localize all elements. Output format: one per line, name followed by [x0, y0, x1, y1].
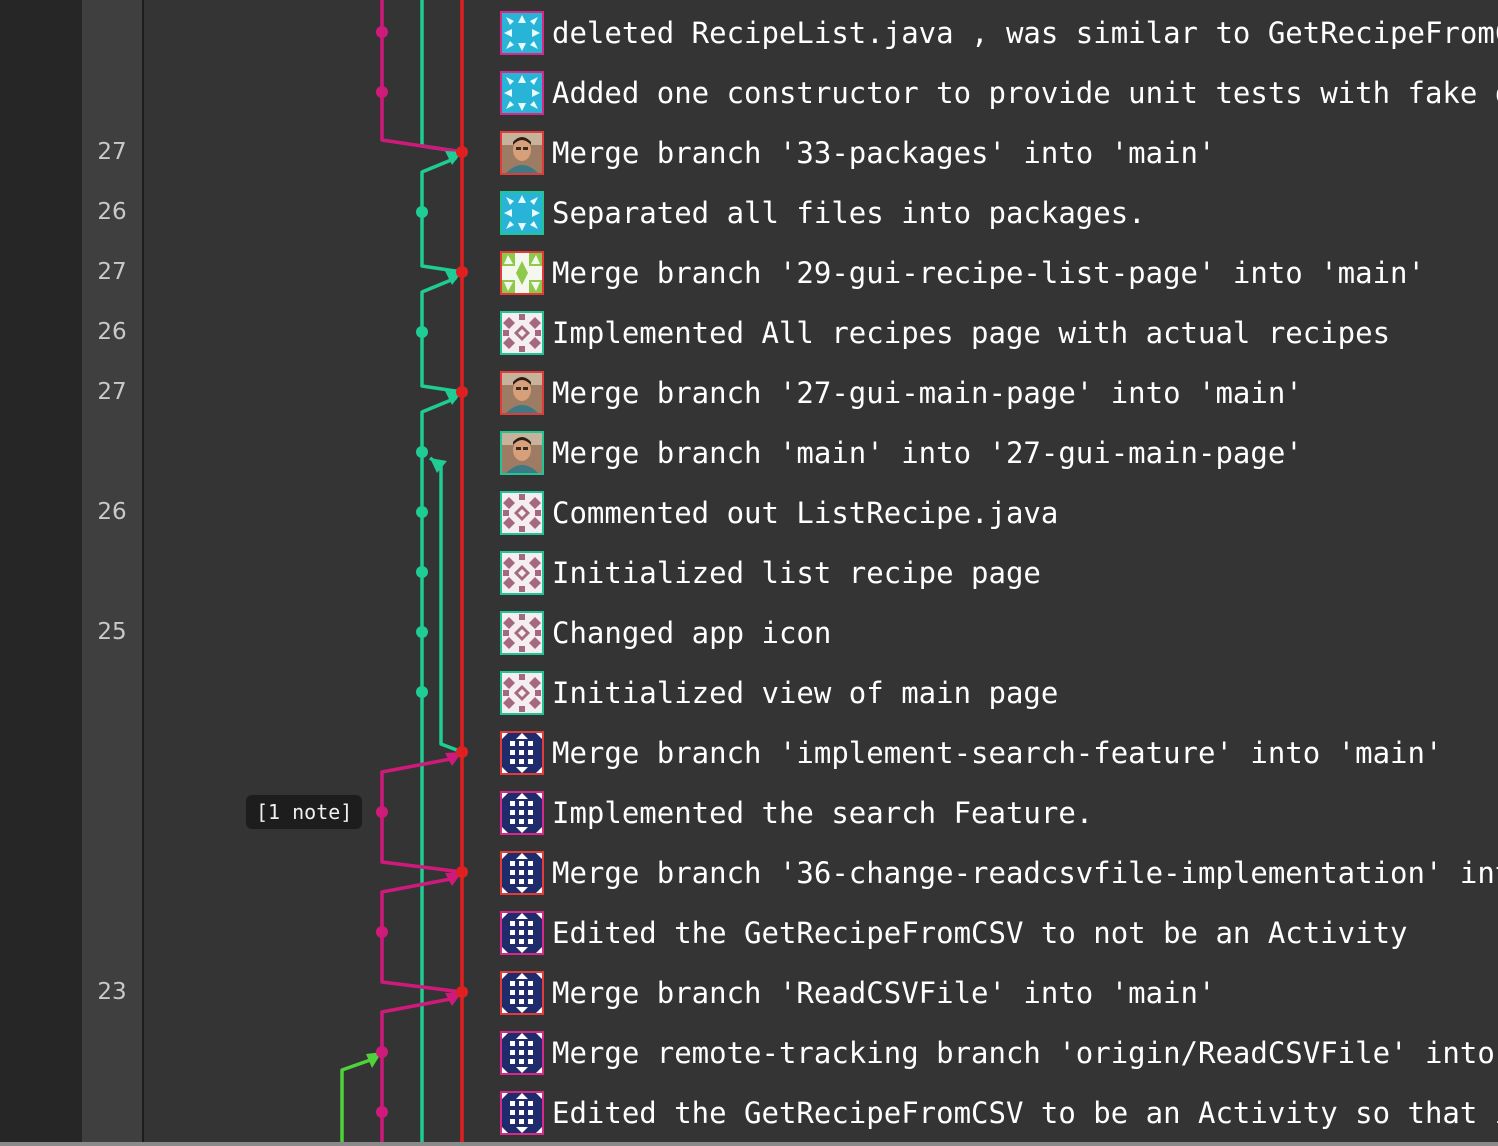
author-avatar	[500, 1031, 544, 1075]
identicon-icon	[502, 253, 542, 293]
author-avatar	[500, 71, 544, 115]
commit-row[interactable]: Initialized list recipe page	[0, 542, 1498, 602]
identicon-icon	[502, 313, 542, 353]
generation-number: 26	[97, 199, 127, 225]
commit-row[interactable]: Added one constructor to provide unit te…	[0, 62, 1498, 122]
commit-message: Merge branch 'implement-search-feature' …	[552, 736, 1443, 770]
generation-number	[82, 1098, 142, 1126]
author-avatar	[500, 611, 544, 655]
author-avatar	[500, 11, 544, 55]
commit-message: Merge branch '33-packages' into 'main'	[552, 136, 1216, 170]
commit-message: Implemented the search Feature.	[552, 796, 1094, 830]
generation-number	[82, 438, 142, 466]
commit-message: Initialized list recipe page	[552, 556, 1041, 590]
commit-row[interactable]: 26 Separated all files into packages.	[0, 182, 1498, 242]
author-avatar	[500, 551, 544, 595]
generation-number	[82, 798, 142, 826]
generation-number	[82, 78, 142, 106]
author-avatar	[500, 971, 544, 1015]
commit-message: Separated all files into packages.	[552, 196, 1146, 230]
commit-row[interactable]: 25 Changed app icon	[0, 602, 1498, 662]
commit-row[interactable]: Merge branch 'main' into '27-gui-main-pa…	[0, 422, 1498, 482]
commit-message: Merge branch 'ReadCSVFile' into 'main'	[552, 976, 1216, 1010]
commit-row[interactable]: Edited the GetRecipeFromCSV to be an Act…	[0, 1082, 1498, 1142]
commit-message: Changed app icon	[552, 616, 832, 650]
commit-message: Edited the GetRecipeFromCSV to be an Act…	[552, 1096, 1498, 1130]
commit-message: Merge branch '29-gui-recipe-list-page' i…	[552, 256, 1425, 290]
identicon-icon	[502, 433, 542, 473]
commit-message: Initialized view of main page	[552, 676, 1059, 710]
generation-number	[82, 558, 142, 586]
commit-message: Added one constructor to provide unit te…	[552, 76, 1498, 110]
commit-row[interactable]: Merge branch 'implement-search-feature' …	[0, 722, 1498, 782]
author-avatar	[500, 791, 544, 835]
identicon-icon	[502, 13, 542, 53]
generation-number: 27	[97, 379, 127, 405]
identicon-icon	[502, 553, 542, 593]
generation-number	[82, 738, 142, 766]
commit-message: Implemented All recipes page with actual…	[552, 316, 1391, 350]
commit-row[interactable]: Edited the GetRecipeFromCSV to not be an…	[0, 902, 1498, 962]
generation-number	[82, 858, 142, 886]
author-avatar	[500, 491, 544, 535]
commit-row[interactable]: Merge remote-tracking branch 'origin/Rea…	[0, 1022, 1498, 1082]
commit-row[interactable]: deleted RecipeList.java , was similar to…	[0, 2, 1498, 62]
commit-message: Merge branch '27-gui-main-page' into 'ma…	[552, 376, 1303, 410]
commit-row[interactable]: Implemented the search Feature.	[0, 782, 1498, 842]
identicon-icon	[502, 1033, 542, 1073]
generation-number: 23	[97, 979, 127, 1005]
identicon-icon	[502, 613, 542, 653]
commit-row[interactable]: Initialized view of main page	[0, 662, 1498, 722]
identicon-icon	[502, 733, 542, 773]
author-avatar	[500, 1091, 544, 1135]
identicon-icon	[502, 193, 542, 233]
identicon-icon	[502, 133, 542, 173]
identicon-icon	[502, 493, 542, 533]
generation-number	[82, 18, 142, 46]
author-avatar	[500, 311, 544, 355]
commit-message: deleted RecipeList.java , was similar to…	[552, 16, 1498, 50]
generation-number: 27	[97, 139, 127, 165]
commit-message: Edited the GetRecipeFromCSV to not be an…	[552, 916, 1408, 950]
identicon-icon	[502, 73, 542, 113]
commit-row[interactable]: 27 Merge branch '29-gui-recipe-list-page…	[0, 242, 1498, 302]
author-avatar	[500, 851, 544, 895]
generation-number: 26	[97, 319, 127, 345]
author-avatar	[500, 131, 544, 175]
commit-message: Merge branch 'main' into '27-gui-main-pa…	[552, 436, 1303, 470]
commit-message: Merge branch '36-change-readcsvfile-impl…	[552, 856, 1498, 890]
generation-number	[82, 918, 142, 946]
commit-message: Merge remote-tracking branch 'origin/Rea…	[552, 1036, 1498, 1070]
commit-row[interactable]: 27 Merge branch '33-packages' into 'main…	[0, 122, 1498, 182]
generation-number	[82, 678, 142, 706]
identicon-icon	[502, 973, 542, 1013]
author-avatar	[500, 191, 544, 235]
identicon-icon	[502, 793, 542, 833]
generation-number: 27	[97, 259, 127, 285]
author-avatar	[500, 671, 544, 715]
commit-row[interactable]: 26 Commented out ListRecipe.java	[0, 482, 1498, 542]
identicon-icon	[502, 673, 542, 713]
author-avatar	[500, 431, 544, 475]
author-avatar	[500, 911, 544, 955]
identicon-icon	[502, 1093, 542, 1133]
generation-number: 26	[97, 499, 127, 525]
identicon-icon	[502, 373, 542, 413]
commit-message: Commented out ListRecipe.java	[552, 496, 1059, 530]
author-avatar	[500, 251, 544, 295]
commit-row[interactable]: 23 Merge branch 'ReadCSVFile' into 'main…	[0, 962, 1498, 1022]
author-avatar	[500, 731, 544, 775]
commit-row[interactable]: 26 Implemented All recipes page with act…	[0, 302, 1498, 362]
commit-row[interactable]: Merge branch '36-change-readcsvfile-impl…	[0, 842, 1498, 902]
generation-number: 25	[97, 619, 127, 645]
commit-row[interactable]: 27 Merge branch '27-gui-main-page' into …	[0, 362, 1498, 422]
identicon-icon	[502, 913, 542, 953]
author-avatar	[500, 371, 544, 415]
generation-number	[82, 1038, 142, 1066]
identicon-icon	[502, 853, 542, 893]
